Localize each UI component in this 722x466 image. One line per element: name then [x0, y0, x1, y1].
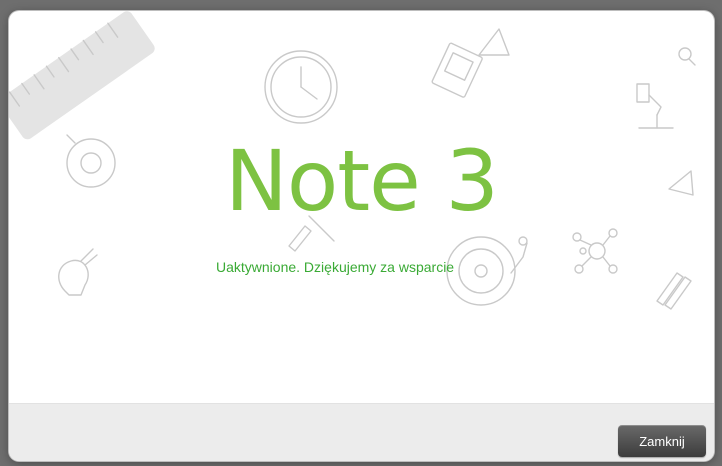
lightbulb-icon: [58, 248, 98, 296]
triangle-ruler-icon: [478, 28, 510, 56]
ruler-icon: [9, 11, 155, 140]
clock-icon: [264, 50, 338, 124]
vinyl-record-icon: [446, 236, 528, 306]
close-button[interactable]: Zamknij: [618, 425, 706, 457]
book-icon: [431, 42, 483, 98]
magnifier-icon: [678, 47, 696, 66]
activation-status-message: Uaktywnione. Dziękujemy za wsparcie: [216, 259, 455, 275]
desk-lamp-icon: [636, 83, 674, 129]
dialog-footer: Zamknij: [9, 403, 714, 461]
app-title: Note 3: [225, 132, 499, 230]
activation-dialog: Note 3 Uaktywnione. Dziękujemy za wsparc…: [9, 11, 714, 461]
network-icon: [572, 228, 618, 274]
pencils-icon: [656, 272, 692, 310]
